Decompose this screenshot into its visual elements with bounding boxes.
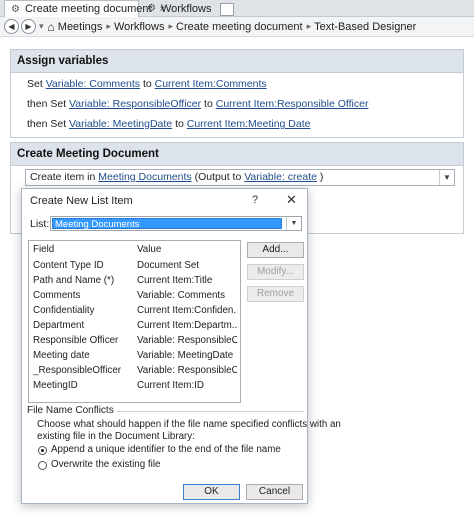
list-select[interactable]: Meeting Documents ▼ — [50, 216, 302, 231]
variable-link[interactable]: Variable: ResponsibleOfficer — [69, 98, 201, 110]
breadcrumb-workflows[interactable]: Workflows — [114, 21, 165, 33]
chevron-down-icon[interactable]: ▼ — [439, 170, 454, 185]
help-icon[interactable]: ? — [252, 194, 258, 206]
chevron-right-icon: ▸ — [306, 21, 312, 31]
variable-link[interactable]: Variable: MeetingDate — [69, 118, 172, 130]
forward-icon[interactable]: ▶ — [21, 19, 36, 34]
append-identifier-label[interactable]: Append a unique identifier to the end of… — [51, 444, 281, 455]
list-item[interactable]: Comments Variable: Comments — [33, 290, 237, 304]
breadcrumb: ◀ ▶ ▾ ⌂ Meetings ▸ Workflows ▸ Create me… — [0, 17, 474, 37]
list-item[interactable]: Meeting date Variable: MeetingDate — [33, 350, 237, 364]
append-identifier-radio[interactable] — [38, 446, 47, 455]
list-item[interactable]: MeetingID Current Item:ID — [33, 380, 237, 394]
list-item[interactable]: Content Type ID Document Set — [33, 260, 237, 274]
value-link[interactable]: Current Item:Comments — [155, 78, 267, 90]
list-selected-value: Meeting Documents — [52, 218, 282, 230]
list-link[interactable]: Meeting Documents — [98, 171, 191, 183]
ok-button[interactable]: OK — [183, 484, 240, 500]
back-icon[interactable]: ◀ — [4, 19, 19, 34]
step-title[interactable]: Assign variables — [11, 50, 463, 73]
tab-create-meeting-document[interactable]: ⚙ Create meeting document × — [4, 0, 165, 17]
output-variable-link[interactable]: Variable: create — [244, 171, 317, 183]
workflow-icon: ⚙ — [11, 3, 20, 15]
action-line: then Set Variable: MeetingDate to Curren… — [27, 118, 311, 130]
breadcrumb-text-based-designer[interactable]: Text-Based Designer — [314, 21, 416, 33]
conflict-description: existing file in the Document Library: — [37, 431, 195, 442]
dialog-title: Create New List Item — [30, 195, 133, 207]
workflow-icon: ⚙ — [147, 3, 156, 14]
tab-label: Workflows — [160, 2, 212, 15]
list-item[interactable]: Responsible Officer Variable: Responsibl… — [33, 335, 237, 349]
create-item-action[interactable]: Create item in Meeting Documents (Output… — [25, 169, 455, 186]
modify-button[interactable]: Modify... — [247, 264, 304, 280]
tab-bar: ⚙ Create meeting document × ⚙ Workflows — [0, 0, 474, 17]
home-icon[interactable]: ⌂ — [48, 20, 55, 34]
column-header-field: Field — [33, 244, 55, 255]
create-new-list-item-dialog: Create New List Item ? ✕ List: Meeting D… — [21, 188, 341, 504]
breadcrumb-create-meeting-document[interactable]: Create meeting document — [176, 21, 303, 33]
tab-workflows[interactable]: ⚙ Workflows — [141, 0, 217, 17]
chevron-down-icon[interactable]: ▼ — [286, 217, 301, 230]
close-icon[interactable]: ✕ — [286, 192, 297, 208]
list-item[interactable]: _ResponsibleOfficer Variable: Responsibl… — [33, 365, 237, 379]
list-item[interactable]: Department Current Item:Departm... — [33, 320, 237, 334]
breadcrumb-meetings[interactable]: Meetings — [58, 21, 103, 33]
list-label: List: — [30, 218, 50, 230]
value-link[interactable]: Current Item:Responsible Officer — [216, 98, 369, 110]
column-header-value: Value — [137, 244, 162, 255]
action-line: Set Variable: Comments to Current Item:C… — [27, 78, 267, 90]
chevron-right-icon: ▸ — [168, 21, 174, 31]
remove-button[interactable]: Remove — [247, 286, 304, 302]
step-title[interactable]: Create Meeting Document — [11, 143, 463, 166]
new-tab-icon[interactable] — [220, 3, 234, 16]
action-line: then Set Variable: ResponsibleOfficer to… — [27, 98, 369, 110]
list-item[interactable]: Path and Name (*) Current Item:Title — [33, 275, 237, 289]
list-header: Field Value — [33, 244, 237, 258]
chevron-right-icon: ▸ — [106, 21, 111, 31]
overwrite-file-label[interactable]: Overwrite the existing file — [51, 459, 160, 470]
file-name-conflicts-group: File Name Conflicts Choose what should h… — [27, 405, 341, 484]
tab-label: Create meeting document — [24, 3, 152, 15]
list-item[interactable]: Confidentiality Current Item:Confiden... — [33, 305, 237, 319]
value-link[interactable]: Current Item:Meeting Date — [187, 118, 311, 130]
assign-variables-step: Assign variables Set Variable: Comments … — [10, 49, 464, 138]
cancel-button[interactable]: Cancel — [246, 484, 303, 500]
variable-link[interactable]: Variable: Comments — [46, 78, 140, 90]
add-button[interactable]: Add... — [247, 242, 304, 258]
conflict-description: Choose what should happen if the file na… — [37, 419, 341, 430]
dropdown-icon[interactable]: ▾ — [39, 21, 44, 32]
group-label: File Name Conflicts — [27, 405, 117, 416]
field-value-list[interactable]: Field Value Content Type ID Document Set… — [28, 240, 241, 403]
overwrite-file-radio[interactable] — [38, 461, 47, 470]
